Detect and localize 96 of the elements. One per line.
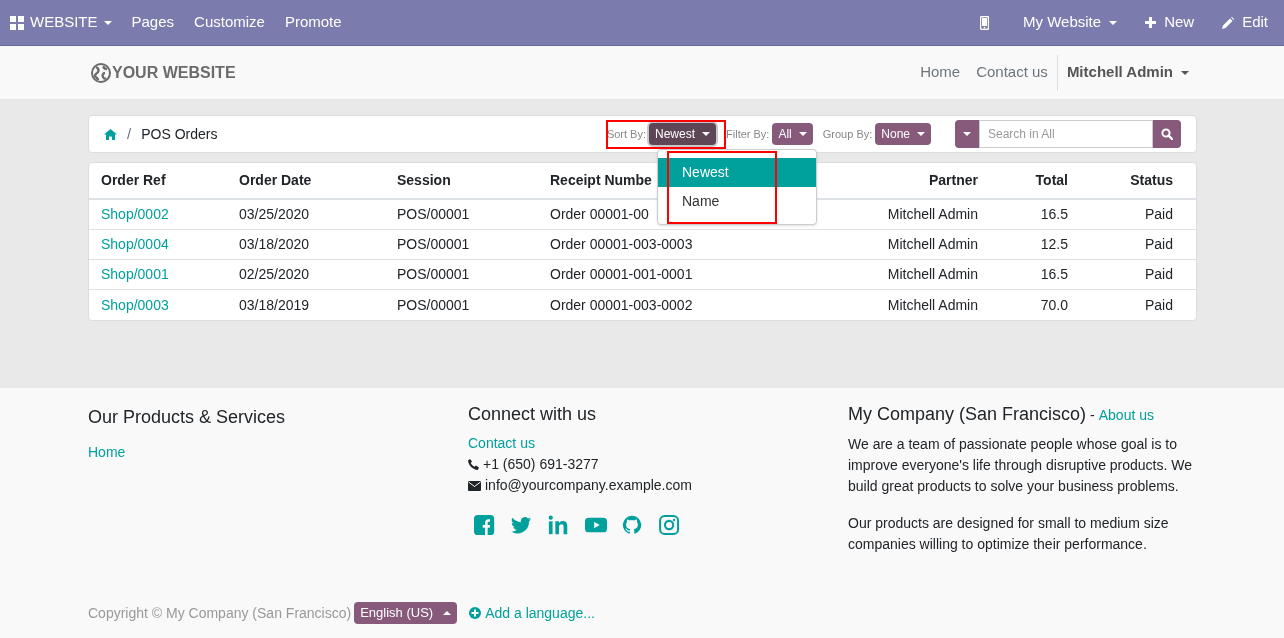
table-cell-text: Order 00001-003-0002 [550,295,694,315]
menu-item[interactable]: Pages [131,11,175,34]
table-cell-text: Paid [1143,265,1173,284]
caret-icon [917,132,925,136]
table-cell-text: POS/00001 [397,265,471,284]
email-address: info@yourcompany.example.com [485,476,692,495]
table-cell-text: 16.5 [1039,265,1068,284]
menu-option[interactable]: Name [658,187,816,216]
order-link[interactable]: Shop/0002 [89,204,239,225]
column-header: Receipt Numbe [550,172,652,188]
column-header: Order Date [239,172,312,188]
table-cell-text: Mitchell Admin [886,205,978,224]
table-cell-text: POS/00001 [397,235,471,254]
plus-icon [1145,17,1157,28]
language-dropdown[interactable]: English (US) [354,602,458,624]
caret-icon [798,132,807,136]
home-icon [104,128,117,140]
add-language-link[interactable]: Add a language... [469,602,595,624]
user-menu[interactable]: Mitchell Admin [1056,54,1197,91]
table-cell-text: Mitchell Admin [886,265,978,284]
caret-icon [103,20,112,25]
table-cell-text: Order 00001-001-0001 [550,265,694,284]
caret-icon [702,132,711,136]
pencil-icon [1222,16,1235,29]
table-cell-text: Mitchell Admin [886,295,978,315]
order-link[interactable]: Shop/0003 [89,294,239,316]
table-cell-text: Paid [1143,295,1173,315]
copyright-text: Copyright © My Company (San Francisco) [88,603,352,623]
search-icon [1161,128,1173,140]
table-cell-text: 03/18/2019 [239,295,311,315]
grid-icon [10,15,24,30]
table-cell-text: 12.5 [1039,235,1068,254]
plus-circle-icon [469,607,482,619]
website-switcher[interactable]: My Website [1023,11,1118,34]
filter-dropdown[interactable]: All [772,123,813,145]
mobile-icon [980,15,990,30]
table-cell-text: Paid [1143,205,1173,224]
edit-button[interactable]: Edit [1222,11,1268,34]
new-button[interactable]: New [1145,11,1195,34]
column-header: Total [1035,172,1068,188]
footer-link[interactable]: Contact us [468,433,848,454]
menu-item[interactable]: Customize [194,11,265,34]
caret-icon [443,611,452,615]
globe-icon [91,62,111,83]
table-cell-text: POS/00001 [397,205,471,224]
linkedin-icon [548,514,570,536]
group-dropdown[interactable]: None [875,123,931,145]
table-cell-text: Mitchell Admin [886,235,978,254]
breadcrumb-current: POS Orders [141,124,218,144]
table-cell-text: POS/00001 [397,295,471,315]
phone-icon [468,459,479,470]
table-cell-text: Order 00001-003-0003 [550,235,694,254]
envelope-icon [468,480,481,491]
footer-link[interactable]: Home [88,444,126,460]
title-separator: - [1090,406,1095,425]
facebook-icon [474,514,496,536]
column-header: Status [1130,172,1173,188]
sort-dropdown[interactable]: Newest [649,123,717,145]
column-header: Partner [928,172,978,188]
nav-link[interactable]: Home [920,61,961,84]
table-cell-text: 70.0 [1039,295,1068,315]
about-paragraph: Our products are designed for small to medium size companies willing to optimize their performance. [848,514,1170,554]
section-title: Our Products & Services [88,406,287,429]
about-paragraph: We are a team of passionate people whose goal is to improve everyone's life through disruptive products. We build great products to solve your business problems. [848,435,1194,496]
search-options-button[interactable] [955,120,979,148]
caret-icon [963,132,971,136]
column-header: Order Ref [101,172,166,188]
table-cell-text: 03/18/2020 [239,235,311,254]
order-link[interactable]: Shop/0004 [89,234,239,255]
phone-number: +1 (650) 691-3277 [483,455,599,474]
control-label: Group By: [822,126,873,142]
search-button[interactable] [1153,120,1181,148]
table-cell-text: Paid [1143,235,1173,254]
control-label: Sort By: [606,126,646,142]
caret-icon [1109,20,1118,25]
menu-option[interactable]: Newest [658,158,816,187]
control-label: Filter By: [726,126,770,142]
table-cell-text: 16.5 [1039,205,1068,224]
github-icon [622,514,644,536]
breadcrumb-separator: / [127,123,132,144]
twitter-icon [511,514,533,536]
search-field[interactable]: Search in All [979,120,1153,148]
section-title: Connect with us [468,404,598,425]
table-cell-text: Order 00001-00 [550,205,650,224]
nav-link[interactable]: Contact us [976,61,1048,84]
table-cell-text: 03/25/2020 [239,205,311,224]
column-header: Session [397,172,451,188]
footer-link[interactable]: About us [1098,405,1154,426]
app-menu-button[interactable]: WEBSITE [10,11,112,34]
table-cell-text: 02/25/2020 [239,265,311,284]
camera-icon [659,514,681,536]
logo-text: YOUR WEBSITE [112,62,236,83]
menu-item[interactable]: Promote [284,11,342,34]
caret-icon [1181,70,1189,75]
section-title: My Company (San Francisco) [848,404,1087,425]
order-link[interactable]: Shop/0001 [89,264,239,285]
